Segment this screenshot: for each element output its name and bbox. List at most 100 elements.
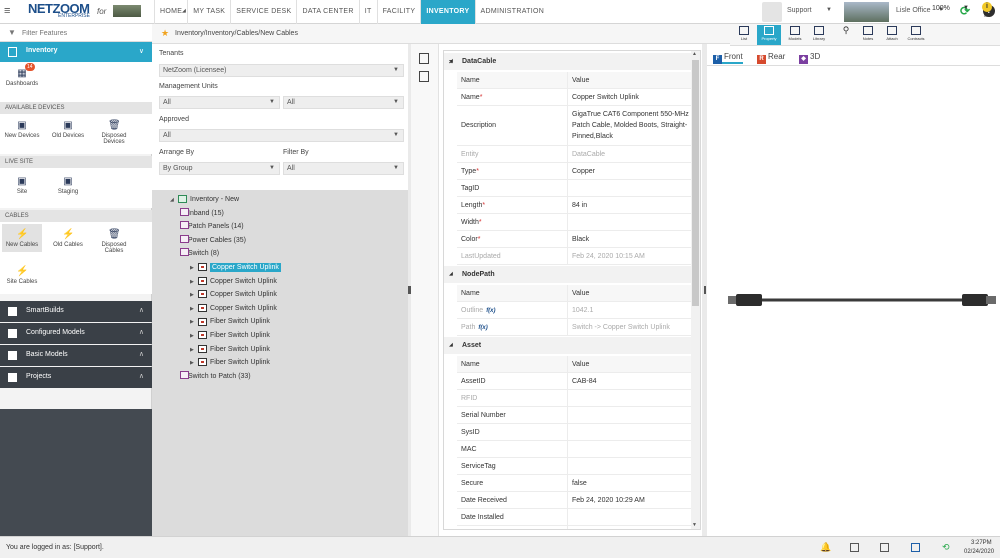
user-avatar[interactable] bbox=[762, 2, 782, 22]
property-value[interactable] bbox=[567, 214, 689, 231]
property-value[interactable]: 84 in bbox=[567, 197, 689, 214]
grid-view-icon[interactable] bbox=[419, 53, 429, 64]
windows-icon[interactable] bbox=[911, 543, 920, 552]
property-row[interactable]: LastUpdated Feb 24, 2020 10:15 AM bbox=[457, 248, 692, 265]
tab-it[interactable]: IT bbox=[358, 0, 377, 24]
property-value[interactable]: Black bbox=[567, 231, 689, 248]
property-scrollbar-thumb[interactable] bbox=[692, 60, 699, 306]
new-devices-tile[interactable]: ▣ New Devices bbox=[2, 120, 42, 139]
tab-rear[interactable]: R Rear bbox=[757, 50, 785, 64]
property-row[interactable]: SysID bbox=[457, 424, 692, 441]
tenants-select[interactable]: NetZoom (Licensee) ▼ bbox=[159, 64, 404, 77]
tab-home[interactable]: HOME ◢ bbox=[154, 0, 187, 24]
configured-models-item[interactable]: Configured Models ∧ bbox=[0, 323, 152, 344]
management-units-select-1[interactable]: All ▼ bbox=[159, 96, 280, 109]
projects-item[interactable]: Projects ∧ bbox=[0, 367, 152, 388]
attach-button[interactable]: Attach bbox=[880, 25, 904, 45]
filter-features-input[interactable] bbox=[22, 27, 142, 39]
property-value[interactable]: DataCable bbox=[567, 146, 689, 163]
property-value[interactable]: 1042.1 bbox=[567, 302, 689, 319]
property-button[interactable]: Property bbox=[757, 25, 781, 45]
tree-node[interactable]: ▶ Fiber Switch Uplink bbox=[190, 330, 270, 342]
old-cables-tile[interactable]: ⚡ Old Cables bbox=[48, 229, 88, 248]
property-row[interactable]: Date Received Feb 24, 2020 10:29 AM bbox=[457, 492, 692, 509]
document-icon[interactable] bbox=[419, 71, 429, 82]
property-value[interactable]: Feb 24, 2020 10:29 AM bbox=[567, 492, 689, 509]
basic-models-item[interactable]: Basic Models ∧ bbox=[0, 345, 152, 366]
tree-node[interactable]: ▶ Copper Switch Uplink bbox=[190, 303, 277, 315]
formula-icon[interactable]: f(x) bbox=[486, 308, 495, 314]
disposed-devices-tile[interactable]: 🗑 Disposed Devices bbox=[94, 120, 134, 145]
collapsed-arrow-icon[interactable]: ▶ bbox=[190, 316, 198, 328]
info-button[interactable]: i Info bbox=[976, 1, 998, 21]
collapsed-arrow-icon[interactable]: ▶ bbox=[190, 262, 198, 274]
tree-node[interactable]: ▶ Fiber Switch Uplink bbox=[190, 357, 270, 369]
property-row[interactable]: Entity DataCable bbox=[457, 146, 692, 163]
property-value[interactable]: GigaTrue CAT6 Component 550-MHz Patch Ca… bbox=[567, 106, 689, 146]
property-value[interactable] bbox=[567, 390, 689, 407]
tree-node[interactable]: ▶Power Cables (35) bbox=[180, 234, 246, 247]
property-row[interactable]: Description GigaTrue CAT6 Component 550-M… bbox=[457, 106, 692, 146]
property-row[interactable]: Color* Black bbox=[457, 231, 692, 248]
tab-service-desk[interactable]: SERVICE DESK bbox=[230, 0, 296, 24]
mail-icon[interactable] bbox=[850, 543, 859, 552]
property-value[interactable]: Feb 24, 2020 10:15 AM bbox=[567, 248, 689, 265]
zoom-chevron-down-icon[interactable]: ▼ bbox=[963, 5, 969, 11]
formula-icon[interactable]: f(x) bbox=[478, 325, 487, 331]
user-name[interactable]: Support bbox=[787, 7, 812, 14]
cable-image[interactable] bbox=[728, 290, 996, 310]
tree-node[interactable]: ◢ Inventory - New bbox=[170, 194, 239, 206]
notes-button[interactable]: Notes bbox=[856, 25, 880, 45]
tab-front[interactable]: F Front bbox=[713, 50, 743, 64]
collapsed-arrow-icon[interactable]: ▶ bbox=[190, 303, 198, 315]
property-row[interactable]: AssetID CAB-84 bbox=[457, 373, 692, 390]
filter-by-select[interactable]: All ▼ bbox=[283, 162, 404, 175]
collapse-arrow-icon[interactable]: ◢ bbox=[449, 337, 453, 354]
tab-my-task[interactable]: MY TASK bbox=[187, 0, 230, 24]
staging-tile[interactable]: ▣ Staging bbox=[48, 176, 88, 195]
property-value[interactable]: CAB-84 bbox=[567, 373, 689, 390]
collapsed-arrow-icon[interactable]: ▶ bbox=[190, 276, 198, 288]
site-cables-tile[interactable]: ⚡ Site Cables bbox=[2, 266, 42, 285]
property-row[interactable]: MAC bbox=[457, 441, 692, 458]
sync-icon[interactable]: ⟲ bbox=[942, 543, 951, 552]
property-row[interactable]: Date Installed bbox=[457, 509, 692, 526]
tree-node[interactable]: ▶ Copper Switch Uplink bbox=[190, 276, 277, 288]
approved-select[interactable]: All ▼ bbox=[159, 129, 404, 142]
breadcrumb[interactable]: Inventory/Inventory/Cables/New Cables bbox=[175, 30, 298, 37]
tree-node[interactable]: ▶Inband (15) bbox=[180, 207, 224, 220]
tab-facility[interactable]: FACILITY bbox=[376, 0, 421, 24]
property-value[interactable] bbox=[567, 526, 689, 529]
tree-node[interactable]: ▶ Copper Switch Uplink bbox=[190, 289, 277, 301]
tree-node[interactable]: ▶ Fiber Switch Uplink bbox=[190, 344, 270, 356]
user-chevron-down-icon[interactable]: ▼ bbox=[826, 7, 832, 13]
models-button[interactable]: Models bbox=[783, 25, 807, 45]
property-row[interactable]: RFID bbox=[457, 390, 692, 407]
dashboards-tile[interactable]: ▦ 14 Dashboards bbox=[2, 63, 42, 87]
bell-icon[interactable]: 🔔 bbox=[820, 543, 831, 552]
tab-inventory[interactable]: INVENTORY bbox=[420, 0, 475, 24]
management-units-select-2[interactable]: All ▼ bbox=[283, 96, 404, 109]
viewer-splitter-grip[interactable] bbox=[704, 286, 706, 294]
library-button[interactable]: Library bbox=[807, 25, 831, 45]
property-value[interactable]: false bbox=[567, 475, 689, 492]
property-value[interactable] bbox=[567, 441, 689, 458]
collapsed-arrow-icon[interactable]: ▶ bbox=[190, 289, 198, 301]
property-row[interactable]: Width* bbox=[457, 214, 692, 231]
new-cables-tile[interactable]: ⚡ New Cables bbox=[2, 224, 42, 252]
property-group-header[interactable]: ◢ DataCable ⌅ bbox=[444, 53, 692, 70]
old-devices-tile[interactable]: ▣ Old Devices bbox=[48, 120, 88, 139]
tree-node[interactable]: ◢Switch (8) bbox=[180, 248, 219, 260]
collapsed-arrow-icon[interactable]: ▶ bbox=[190, 357, 198, 369]
disposed-cables-tile[interactable]: 🗑 Disposed Cables bbox=[94, 229, 134, 254]
property-row[interactable]: TagID bbox=[457, 180, 692, 197]
property-row[interactable]: Type* Copper bbox=[457, 163, 692, 180]
property-row[interactable]: ServiceTag bbox=[457, 458, 692, 475]
tree-node[interactable]: ▶ Copper Switch Uplink bbox=[190, 262, 281, 274]
property-row[interactable]: Outline f(x) 1042.1 bbox=[457, 302, 692, 319]
property-value[interactable]: Copper Switch Uplink bbox=[567, 89, 689, 106]
tree-node[interactable]: ▶Switch to Patch (33) bbox=[180, 370, 251, 383]
property-value[interactable] bbox=[567, 407, 689, 424]
hamburger-menu-icon[interactable]: ≡ bbox=[4, 5, 16, 17]
collapsed-arrow-icon[interactable]: ▶ bbox=[190, 330, 198, 342]
